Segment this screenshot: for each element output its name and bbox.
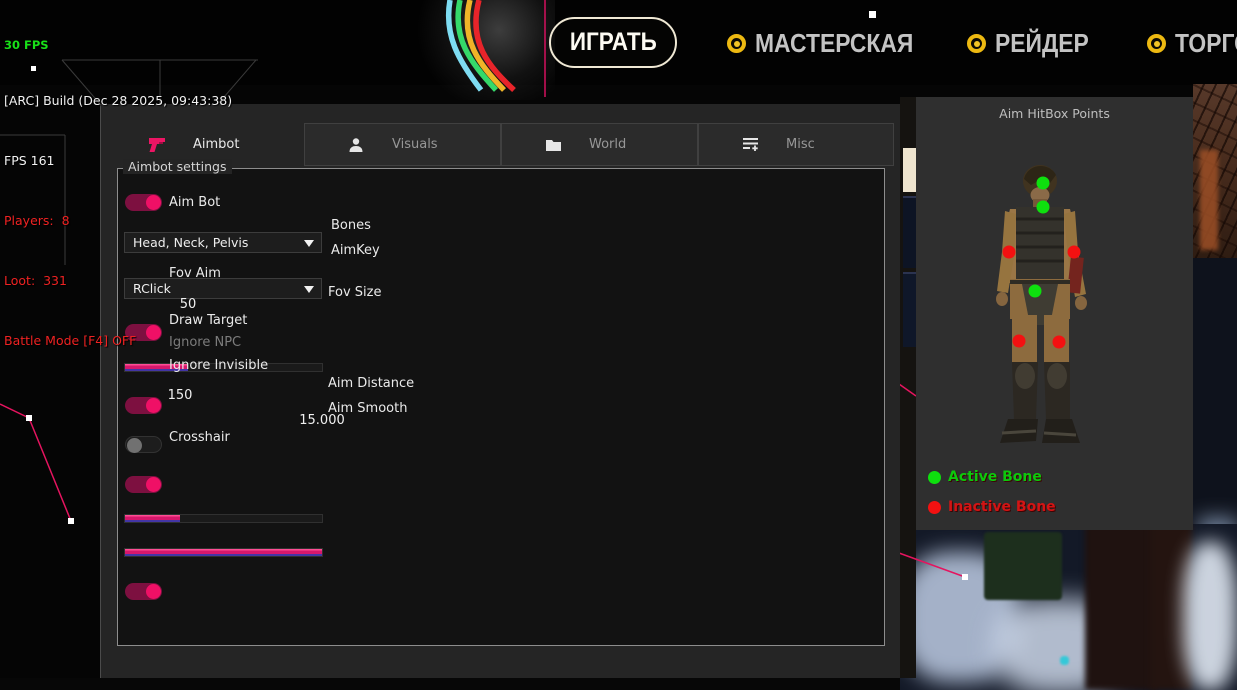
bone-dot-inactive[interactable]	[1003, 246, 1016, 259]
aim-distance-slider[interactable]	[124, 514, 323, 523]
menu-item-label: ТОРГО	[1175, 28, 1237, 59]
bone-dot-inactive[interactable]	[1068, 246, 1081, 259]
ignore-npc-toggle[interactable]	[125, 436, 162, 453]
active-bone-dot-icon	[928, 471, 941, 484]
hud-players: Players: 8	[4, 211, 232, 231]
tab-visuals[interactable]: Visuals	[304, 123, 501, 166]
hud-battle-mode: Battle Mode [F4] OFF	[4, 331, 232, 351]
aimkey-label: AimKey	[331, 243, 380, 258]
play-button-label: ИГРАТЬ	[569, 28, 656, 57]
bones-label: Bones	[331, 218, 371, 233]
bone-dot-active[interactable]	[1037, 177, 1050, 190]
menu-item-trade[interactable]: ТОРГО	[1147, 28, 1237, 59]
menu-item-label: РЕЙДЕР	[995, 28, 1089, 59]
inactive-bone-dot-icon	[928, 501, 941, 514]
aimbot-settings-group: Aimbot settings Aim Bot Head, Neck, Pelv…	[117, 168, 885, 646]
hitbox-points-panel: Aim HitBox Points	[916, 97, 1193, 530]
legend-active-bone: Active Bone	[928, 469, 1042, 485]
coin-icon	[967, 34, 986, 53]
draw-target-toggle[interactable]	[125, 397, 162, 414]
coin-icon	[727, 34, 746, 53]
folder-icon	[544, 136, 562, 154]
tab-world[interactable]: World	[501, 123, 698, 166]
legend-label: Active Bone	[948, 469, 1042, 485]
legend-label: Inactive Bone	[948, 499, 1056, 515]
bone-dot-active[interactable]	[1029, 285, 1042, 298]
legend-inactive-bone: Inactive Bone	[928, 499, 1056, 515]
ignore-invisible-toggle[interactable]	[125, 476, 162, 493]
coin-icon	[1147, 34, 1166, 53]
hud-loot: Loot: 331	[4, 271, 232, 291]
hitbox-panel-title: Aim HitBox Points	[916, 106, 1193, 121]
chevron-down-icon	[304, 286, 314, 293]
tab-label: World	[589, 137, 626, 152]
aim-distance-label: Aim Distance	[328, 376, 414, 391]
crosshair-label: Crosshair	[169, 430, 230, 445]
hud-fps: FPS 161	[4, 151, 232, 171]
tab-label: Visuals	[392, 137, 438, 152]
bone-dot-active[interactable]	[1037, 201, 1050, 214]
play-button[interactable]: ИГРАТЬ	[549, 17, 677, 68]
person-icon	[347, 136, 365, 154]
crosshair-toggle[interactable]	[125, 583, 162, 600]
menu-item-workshop[interactable]: МАСТЕРСКАЯ	[727, 28, 935, 59]
aim-smooth-label: Aim Smooth	[328, 401, 407, 416]
fov-size-label: Fov Size	[328, 285, 381, 300]
game-main-menu: ИГРАТЬ МАСТЕРСКАЯ РЕЙДЕР ТОРГО	[0, 0, 1237, 85]
playlist-add-icon	[741, 136, 759, 154]
hud-build-info: [ARC] Build (Dec 28 2025, 09:43:38)	[4, 91, 232, 111]
bone-dot-inactive[interactable]	[1053, 336, 1066, 349]
tab-misc[interactable]: Misc	[698, 123, 894, 166]
menu-item-label: МАСТЕРСКАЯ	[755, 28, 913, 59]
menu-item-raider[interactable]: РЕЙДЕР	[967, 28, 1102, 59]
aim-smooth-slider[interactable]	[124, 548, 323, 557]
game-screen: 30 FPS [ARC] Build (Dec 28 2025, 09:43:3…	[0, 0, 1237, 690]
tab-label: Misc	[786, 137, 815, 152]
chevron-down-icon	[304, 240, 314, 247]
bone-dot-inactive[interactable]	[1013, 335, 1026, 348]
player-model	[970, 157, 1140, 452]
